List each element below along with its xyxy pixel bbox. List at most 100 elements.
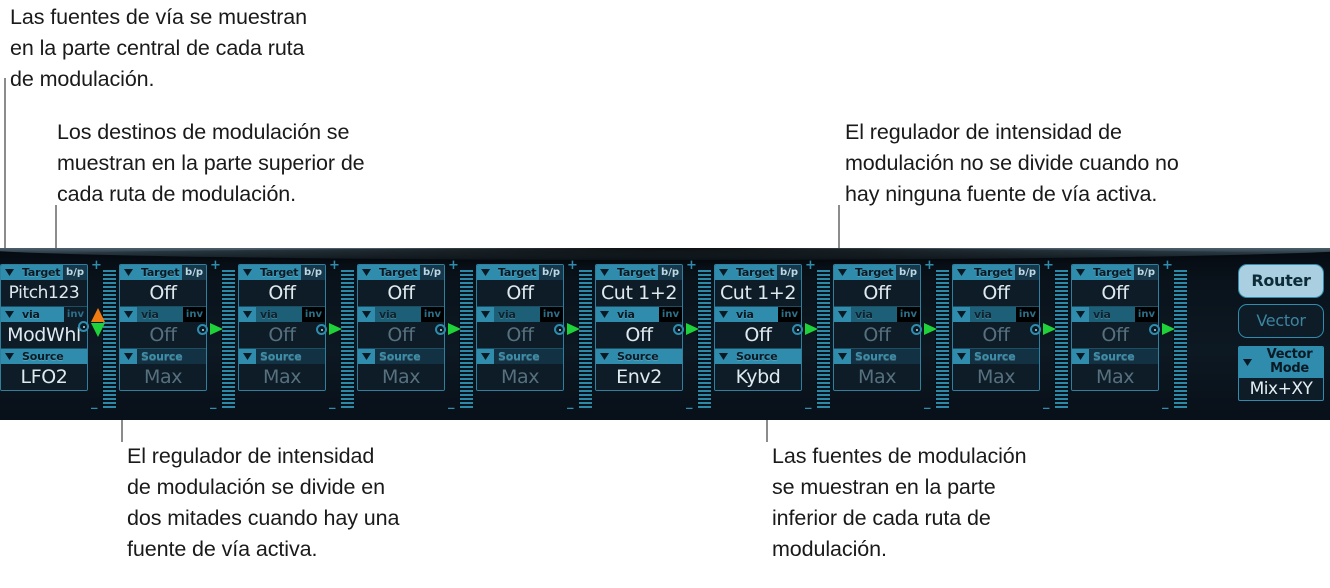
- chevron-down-icon[interactable]: [953, 349, 970, 364]
- source-header-row[interactable]: Source: [1, 349, 87, 364]
- target-header-row[interactable]: Target b/p: [239, 265, 325, 280]
- via-value[interactable]: Off: [953, 322, 1039, 348]
- target-value[interactable]: Cut 1+2: [596, 280, 682, 306]
- via-header-row[interactable]: via inv: [715, 307, 801, 322]
- via-header-row[interactable]: via inv: [477, 307, 563, 322]
- chevron-down-icon[interactable]: [120, 307, 137, 322]
- invert-toggle[interactable]: inv: [658, 307, 682, 322]
- chevron-down-icon[interactable]: [596, 349, 613, 364]
- bypass-toggle[interactable]: b/p: [777, 265, 801, 280]
- modulation-intensity-slider[interactable]: + _: [316, 259, 357, 412]
- chevron-down-icon[interactable]: [834, 349, 851, 364]
- slider-track[interactable]: [221, 270, 235, 408]
- via-header-row[interactable]: via inv: [358, 307, 444, 322]
- invert-toggle[interactable]: inv: [1015, 307, 1039, 322]
- slider-knob[interactable]: [673, 322, 699, 336]
- bypass-toggle[interactable]: b/p: [420, 265, 444, 280]
- source-header-row[interactable]: Source: [715, 349, 801, 364]
- slider-track[interactable]: [697, 270, 711, 408]
- slider-knob[interactable]: [316, 322, 342, 336]
- invert-toggle[interactable]: inv: [896, 307, 920, 322]
- source-header-row[interactable]: Source: [477, 349, 563, 364]
- via-value[interactable]: Off: [596, 322, 682, 348]
- source-value[interactable]: LFO2: [1, 364, 87, 390]
- slider-track[interactable]: [578, 270, 592, 408]
- target-header-row[interactable]: Target b/p: [358, 265, 444, 280]
- invert-toggle[interactable]: inv: [539, 307, 563, 322]
- modulation-intensity-slider[interactable]: + _: [1030, 259, 1071, 412]
- slider-knob-split[interactable]: [78, 308, 105, 342]
- chevron-down-icon[interactable]: [1072, 307, 1089, 322]
- modulation-intensity-slider[interactable]: + _: [554, 259, 595, 412]
- chevron-down-icon[interactable]: [477, 265, 494, 280]
- slider-knob[interactable]: [197, 322, 223, 336]
- slider-lower-half-icon[interactable]: [91, 323, 105, 337]
- slider-handle-icon[interactable]: [567, 323, 580, 335]
- chevron-down-icon[interactable]: [1072, 265, 1089, 280]
- chevron-down-icon[interactable]: [1072, 349, 1089, 364]
- chevron-down-icon[interactable]: [715, 265, 732, 280]
- slider-track[interactable]: [935, 270, 949, 408]
- chevron-down-icon[interactable]: [953, 307, 970, 322]
- bypass-toggle[interactable]: b/p: [301, 265, 325, 280]
- chevron-down-icon[interactable]: [358, 349, 375, 364]
- modulation-intensity-slider[interactable]: + _: [792, 259, 833, 412]
- via-value[interactable]: ModWhl: [1, 322, 87, 348]
- via-header-row[interactable]: via inv: [239, 307, 325, 322]
- target-header-row[interactable]: Target b/p: [596, 265, 682, 280]
- slider-track[interactable]: [1173, 270, 1187, 408]
- source-value[interactable]: Max: [120, 364, 206, 390]
- chevron-down-icon[interactable]: [596, 265, 613, 280]
- bypass-toggle[interactable]: b/p: [182, 265, 206, 280]
- via-value[interactable]: Off: [120, 322, 206, 348]
- target-value[interactable]: Off: [120, 280, 206, 306]
- source-value[interactable]: Max: [953, 364, 1039, 390]
- invert-toggle[interactable]: inv: [182, 307, 206, 322]
- chevron-down-icon[interactable]: [953, 265, 970, 280]
- via-header-row[interactable]: via inv: [834, 307, 920, 322]
- target-value[interactable]: Off: [358, 280, 444, 306]
- modulation-intensity-slider[interactable]: + _: [1149, 259, 1190, 412]
- chevron-down-icon[interactable]: [715, 307, 732, 322]
- via-value[interactable]: Off: [239, 322, 325, 348]
- slider-knob[interactable]: [554, 322, 580, 336]
- chevron-down-icon[interactable]: [239, 265, 256, 280]
- invert-toggle[interactable]: inv: [1134, 307, 1158, 322]
- bypass-toggle[interactable]: b/p: [539, 265, 563, 280]
- invert-toggle[interactable]: inv: [420, 307, 444, 322]
- chevron-down-icon[interactable]: [239, 349, 256, 364]
- chevron-down-icon[interactable]: [596, 307, 613, 322]
- modulation-intensity-slider[interactable]: + _: [197, 259, 238, 412]
- target-value[interactable]: Cut 1+2: [715, 280, 801, 306]
- source-header-row[interactable]: Source: [358, 349, 444, 364]
- slider-handle-icon[interactable]: [210, 323, 223, 335]
- slider-upper-half-icon[interactable]: [91, 308, 105, 322]
- invert-toggle[interactable]: inv: [301, 307, 325, 322]
- target-header-row[interactable]: Target b/p: [715, 265, 801, 280]
- chevron-down-icon[interactable]: [120, 349, 137, 364]
- target-header-row[interactable]: Target b/p: [120, 265, 206, 280]
- slider-handle-icon[interactable]: [1162, 323, 1175, 335]
- source-header-row[interactable]: Source: [239, 349, 325, 364]
- source-value[interactable]: Max: [834, 364, 920, 390]
- slider-knob[interactable]: [1030, 322, 1056, 336]
- via-value[interactable]: Off: [1072, 322, 1158, 348]
- bypass-toggle[interactable]: b/p: [896, 265, 920, 280]
- chevron-down-icon[interactable]: [1, 349, 18, 364]
- slider-knob[interactable]: [1149, 322, 1175, 336]
- slider-handle-icon[interactable]: [448, 323, 461, 335]
- target-value[interactable]: Off: [477, 280, 563, 306]
- via-header-row[interactable]: via inv: [1, 307, 87, 322]
- via-value[interactable]: Off: [715, 322, 801, 348]
- target-header-row[interactable]: Target b/p: [477, 265, 563, 280]
- slider-track[interactable]: [340, 270, 354, 408]
- chevron-down-icon[interactable]: [358, 307, 375, 322]
- slider-handle-icon[interactable]: [805, 323, 818, 335]
- source-header-row[interactable]: Source: [1072, 349, 1158, 364]
- source-value[interactable]: Max: [1072, 364, 1158, 390]
- source-header-row[interactable]: Source: [834, 349, 920, 364]
- chevron-down-icon[interactable]: [358, 265, 375, 280]
- target-value[interactable]: Off: [1072, 280, 1158, 306]
- modulation-intensity-slider[interactable]: + _: [673, 259, 714, 412]
- source-header-row[interactable]: Source: [596, 349, 682, 364]
